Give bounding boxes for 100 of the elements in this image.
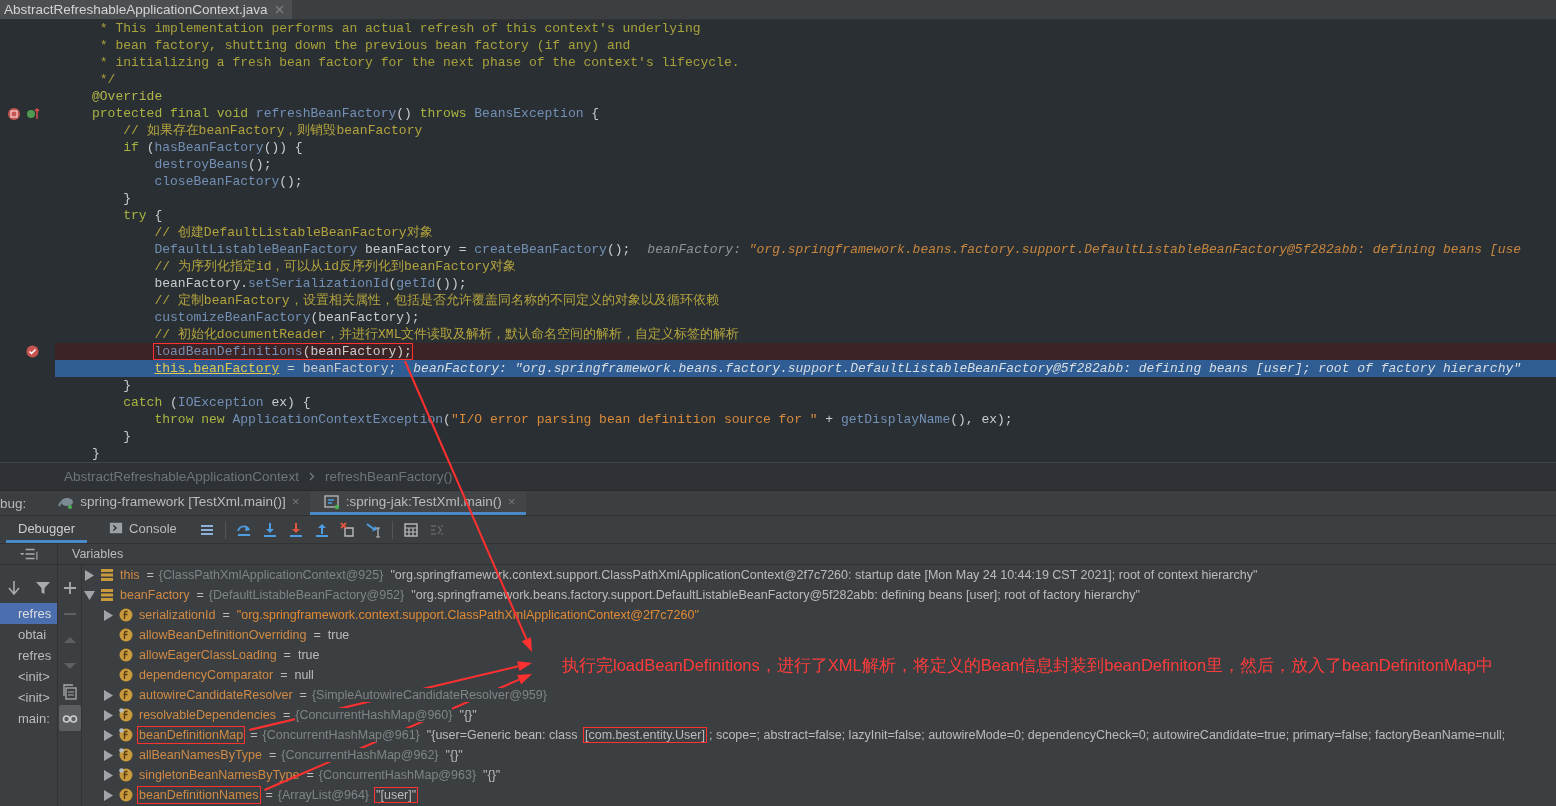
code-line: destroyBeans();: [153, 156, 273, 173]
variable-name: allowBeanDefinitionOverriding: [138, 627, 308, 644]
variable-type: {ConcurrentHashMap@961}: [262, 728, 420, 742]
panel-label: bug:: [0, 494, 28, 513]
run-to-cursor-icon[interactable]: [365, 521, 382, 538]
equals-sign: =: [146, 568, 154, 582]
code-line: customizeBeanFactory(beanFactory);: [153, 309, 421, 326]
step-out-icon[interactable]: [313, 521, 330, 538]
filter-icon[interactable]: [34, 580, 51, 596]
editor-tab[interactable]: AbstractRefreshableApplicationContext.java: [0, 0, 293, 19]
breakpoint-icon[interactable]: [26, 345, 39, 358]
variable-value: "{}": [482, 767, 502, 783]
final-field-icon: [119, 708, 133, 722]
field-icon: [119, 788, 133, 802]
code-line: catch (IOException ex) {: [122, 394, 312, 411]
code-line: closeBeanFactory();: [153, 173, 304, 190]
force-step-into-icon[interactable]: [287, 521, 304, 538]
variable-value: "{}": [458, 707, 478, 723]
code-line: */: [98, 71, 117, 88]
view-tab[interactable]: Console: [97, 516, 189, 543]
down-arrow-icon[interactable]: [6, 580, 23, 596]
code-line: }: [122, 377, 133, 394]
code-line: * This implementation performs an actual refresh of this context's underlying: [98, 20, 702, 37]
console-window-icon: [323, 493, 340, 510]
variable-name: beanDefinitionNames: [137, 786, 261, 804]
equals-sign: =: [280, 668, 288, 682]
variable-name: autowireCandidateResolver: [138, 687, 294, 704]
variable-name: this: [119, 567, 141, 584]
code-line: // 定制beanFactory，设置相关属性，包括是否允许覆盖同名称的不同定义的对象以及循环依赖: [153, 292, 720, 309]
variable-type: {SimpleAutowireCandidateResolver@959}: [311, 688, 547, 702]
code-line: }: [122, 190, 133, 207]
variable-type: {ConcurrentHashMap@962}: [281, 748, 439, 762]
variable-name: allBeanNamesByType: [138, 747, 263, 764]
object-icon: [100, 588, 114, 602]
code-line: // 初始化documentReader，并进行XML文件读取及解析，默认命名空间的解析，自定义标签的解析: [153, 326, 741, 343]
variable-name: beanFactory: [119, 587, 191, 604]
code-line: * bean factory, shutting down the previous bean factory (if any) and: [98, 37, 632, 54]
expand-arrow-icon[interactable]: [84, 569, 94, 581]
equals-sign: =: [269, 748, 277, 762]
variable-name: dependencyComparator: [138, 667, 275, 684]
expand-arrow-icon[interactable]: [103, 609, 113, 621]
equals-sign: =: [222, 608, 230, 622]
variable-type: {ArrayList@964}: [277, 788, 370, 802]
code-line: // 创建DefaultListableBeanFactory对象: [153, 224, 434, 241]
code-line: protected final void refreshBeanFactory() throws BeansException {: [91, 105, 601, 122]
collapse-arrow-icon[interactable]: [83, 590, 95, 600]
equals-sign: =: [265, 788, 273, 802]
expand-arrow-icon[interactable]: [103, 769, 113, 781]
stack-frame[interactable]: <init>: [0, 687, 57, 708]
stack-frame[interactable]: refres: [0, 645, 57, 666]
code-line: beanFactory.setSerializationId(getId());: [153, 275, 468, 292]
stack-frame[interactable]: main:: [0, 708, 57, 729]
equals-sign: =: [306, 768, 314, 782]
code-line: }: [91, 445, 101, 462]
expand-arrow-icon[interactable]: [103, 729, 113, 741]
console-icon: [109, 521, 124, 535]
variable-type: {ConcurrentHashMap@960}: [295, 708, 453, 722]
stack-frame[interactable]: obtai: [0, 624, 57, 645]
code-line: // 为序列化指定id，可以从id反序列化到beanFactory对象: [153, 258, 517, 275]
view-tab[interactable]: Debugger: [6, 516, 88, 543]
expand-arrow-icon[interactable]: [103, 689, 113, 701]
field-icon: [119, 648, 133, 662]
chevron-icon: [308, 472, 315, 481]
variable-type: {DefaultListableBeanFactory@952}: [208, 588, 405, 602]
variable-name: resolvableDependencies: [138, 707, 277, 724]
expand-arrow-icon[interactable]: [103, 709, 113, 721]
equals-sign: =: [282, 708, 291, 722]
code-line: DefaultListableBeanFactory beanFactory = createBeanFactory();: [153, 241, 632, 258]
variable-type: {ClassPathXmlApplicationContext@925}: [158, 568, 384, 582]
step-into-icon[interactable]: [261, 521, 278, 538]
copy-icon[interactable]: [61, 684, 78, 700]
final-field-icon: [119, 768, 133, 782]
expand-arrow-icon[interactable]: [103, 789, 113, 801]
field-icon: [119, 628, 133, 642]
variable-value: "{}": [444, 747, 464, 763]
method-breakpoint-icon[interactable]: [7, 107, 21, 121]
variable-value: null: [293, 667, 315, 683]
code-line: if (hasBeanFactory()) {: [122, 139, 304, 156]
variable-value: true: [326, 627, 351, 643]
variable-name: serializationId: [138, 607, 217, 624]
session-tab[interactable]: spring-framework [TestXml.main()] ×: [44, 491, 310, 515]
calculator-icon[interactable]: [402, 521, 419, 538]
code-line: try {: [122, 207, 164, 224]
stack-frame[interactable]: <init>: [0, 666, 57, 687]
variable-name: beanDefinitionMap: [137, 726, 246, 744]
inline-value-hint: beanFactory: "org.springframework.beans.factory.support.DefaultListableBeanFactory@5f282abb: defining beans [use: [647, 241, 1522, 258]
variable-name: singletonBeanNamesByType: [138, 767, 301, 784]
stack-frame[interactable]: refres: [0, 603, 57, 624]
code-line: this.beanFactory = beanFactory;: [153, 360, 398, 377]
drop-frame-icon[interactable]: [339, 521, 356, 538]
override-icon[interactable]: [26, 107, 40, 120]
code-line: @Override: [91, 88, 164, 105]
add-icon[interactable]: [61, 580, 78, 596]
variable-name: allowEagerClassLoading: [138, 647, 278, 664]
variable-value: true: [296, 647, 321, 663]
variable-value: "{user=Generic bean: class [com.best.entity.User] ; scope=; abstract=false; lazyInit=false; autowireMode=0; dependencyCheck=0; autowireCandidate=true; primary=false; factoryBeanName=null;: [425, 727, 1507, 743]
variable-type: {ConcurrentHashMap@963}: [318, 768, 477, 782]
expand-arrow-icon[interactable]: [103, 749, 113, 761]
panel-title: Variables: [58, 544, 1556, 565]
inline-value-hint: beanFactory: "org.springframework.beans.factory.support.DefaultListableBeanFactory@5f282abb: defining beans [user]; root of factory hierarchy": [413, 360, 1522, 377]
